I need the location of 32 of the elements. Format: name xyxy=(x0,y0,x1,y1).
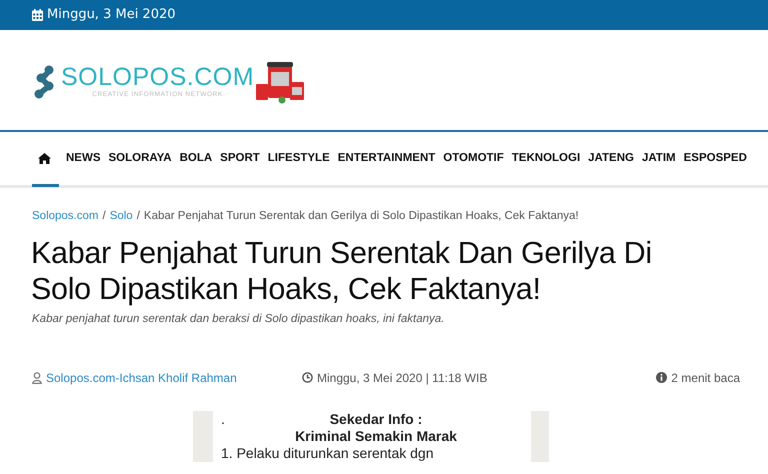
reading-time: 2 menit baca xyxy=(671,370,740,386)
paint-bucket-drawing xyxy=(256,60,304,104)
breadcrumb-separator: / xyxy=(102,209,106,224)
nav-tab[interactable]: SOLORAYA xyxy=(108,133,173,187)
message-line: Sekedar Info : xyxy=(330,410,422,426)
nav-tab[interactable]: TEKNOLOGI xyxy=(510,133,582,187)
breadcrumb-separator: / xyxy=(136,209,140,224)
nav-tab[interactable]: NEWS xyxy=(65,133,102,187)
nav-tab[interactable]: JATIM xyxy=(640,133,677,187)
date-text: Minggu, 3 Mei 2020 xyxy=(47,6,176,24)
dot-text: . xyxy=(221,410,225,428)
user-icon xyxy=(32,372,42,384)
nav-tab[interactable]: BOLA xyxy=(178,133,214,187)
nav-tab[interactable]: SPORT xyxy=(219,133,261,187)
breadcrumb-link[interactable]: Solo xyxy=(110,208,133,226)
nav-tab[interactable]: JATENG xyxy=(587,133,635,187)
message-line: Kriminal Semakin Marak xyxy=(295,428,457,444)
message-line: 1. Pelaku diturunkan serentak dgn xyxy=(221,444,434,460)
info-icon xyxy=(656,372,668,383)
author-link[interactable]: Solopos.com-Ichsan Kholif Rahman xyxy=(46,368,237,386)
article-subtitle: Kabar penjahat turun serentak dan beraksi di Solo dipastikan hoaks, ini faktanya. xyxy=(31,312,446,328)
home-icon xyxy=(38,153,51,164)
nav-tab[interactable]: ESPOSPED xyxy=(682,133,748,187)
nav-tab[interactable]: OTOMOTIF xyxy=(442,133,505,187)
nav-tab[interactable]: LIFESTYLE xyxy=(266,133,331,187)
nav-tab[interactable]: ENTERTAINMENT xyxy=(336,133,436,187)
publish-date: Minggu, 3 Mei 2020 | 11:18 WIB xyxy=(317,370,488,386)
calendar-icon xyxy=(32,9,43,21)
breadcrumb-current: Kabar Penjahat Turun Serentak dan Gerilya di Solo Dipastikan Hoaks, Cek Faktanya! xyxy=(144,209,579,224)
breadcrumb-link[interactable]: Solopos.com xyxy=(32,208,98,226)
clock-icon xyxy=(302,372,313,383)
article-title: Kabar Penjahat Turun Serentak Dan Gerilya Di Solo Dipastikan Hoaks, Cek Faktanya! xyxy=(30,235,653,308)
